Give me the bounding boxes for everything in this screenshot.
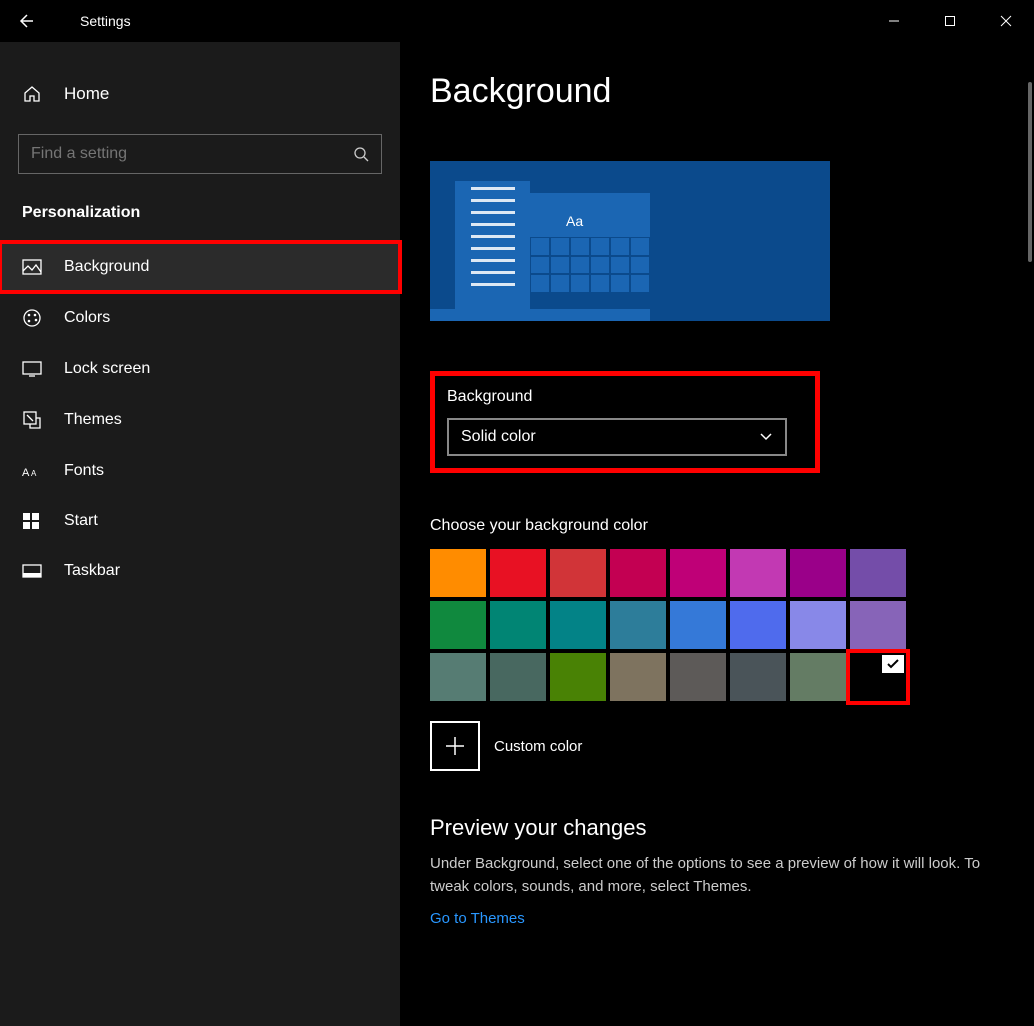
sidebar-item-themes[interactable]: Themes <box>0 394 400 446</box>
color-swatch[interactable] <box>850 653 906 701</box>
search-input[interactable] <box>31 145 353 163</box>
search-field[interactable] <box>18 134 382 174</box>
sidebar-item-label: Colors <box>64 309 110 327</box>
custom-color-label: Custom color <box>494 738 582 755</box>
sidebar-item-label: Fonts <box>64 462 104 480</box>
home-icon <box>22 84 42 104</box>
page-title: Background <box>430 72 1004 111</box>
preview-changes-heading: Preview your changes <box>430 815 1004 841</box>
color-swatch[interactable] <box>490 653 546 701</box>
svg-text:A: A <box>31 469 37 478</box>
sidebar-item-label: Start <box>64 512 98 530</box>
sidebar-home-label: Home <box>64 84 109 104</box>
color-swatch[interactable] <box>550 601 606 649</box>
sidebar-item-background[interactable]: Background <box>0 242 400 292</box>
close-button[interactable] <box>978 0 1034 42</box>
color-swatch[interactable] <box>550 653 606 701</box>
color-swatch[interactable] <box>430 549 486 597</box>
background-dropdown[interactable]: Solid color <box>447 418 787 456</box>
color-swatch[interactable] <box>730 549 786 597</box>
svg-text:A: A <box>22 467 30 479</box>
preview-changes-description: Under Background, select one of the opti… <box>430 853 990 898</box>
sidebar-item-taskbar[interactable]: Taskbar <box>0 546 400 596</box>
start-icon <box>22 512 42 530</box>
color-swatch[interactable] <box>670 653 726 701</box>
minimize-button[interactable] <box>866 0 922 42</box>
chevron-down-icon <box>759 432 773 442</box>
sidebar-item-label: Background <box>64 258 149 276</box>
sidebar-section-heading: Personalization <box>0 194 400 242</box>
window-controls <box>866 0 1034 42</box>
sidebar-item-label: Themes <box>64 411 122 429</box>
color-swatch[interactable] <box>790 549 846 597</box>
sidebar-item-start[interactable]: Start <box>0 496 400 546</box>
color-swatch[interactable] <box>430 653 486 701</box>
color-swatch-grid <box>430 549 906 701</box>
custom-color-button[interactable] <box>430 721 480 771</box>
maximize-button[interactable] <box>922 0 978 42</box>
palette-icon <box>22 308 42 328</box>
preview-taskbar <box>430 309 650 321</box>
sidebar-item-lockscreen[interactable]: Lock screen <box>0 344 400 394</box>
back-button[interactable] <box>0 0 50 42</box>
go-to-themes-link[interactable]: Go to Themes <box>430 910 525 927</box>
sidebar-item-colors[interactable]: Colors <box>0 292 400 344</box>
sidebar-home[interactable]: Home <box>0 72 400 116</box>
picture-icon <box>22 259 42 275</box>
desktop-preview: Aa <box>430 161 830 321</box>
taskbar-icon <box>22 564 42 578</box>
plus-icon <box>444 735 466 757</box>
background-dropdown-label: Background <box>447 388 803 406</box>
themes-icon <box>22 410 42 430</box>
color-swatch[interactable] <box>790 653 846 701</box>
color-swatch[interactable] <box>430 601 486 649</box>
fonts-icon: AA <box>22 463 42 479</box>
color-swatch[interactable] <box>730 601 786 649</box>
color-swatch[interactable] <box>850 549 906 597</box>
scrollbar[interactable] <box>1028 82 1032 262</box>
sidebar-item-label: Taskbar <box>64 562 120 580</box>
checkmark-icon <box>882 655 904 673</box>
preview-start-menu <box>455 181 530 311</box>
sidebar-item-label: Lock screen <box>64 360 150 378</box>
background-dropdown-value: Solid color <box>461 428 536 446</box>
window-title: Settings <box>80 13 131 29</box>
color-swatch[interactable] <box>670 549 726 597</box>
color-swatch[interactable] <box>670 601 726 649</box>
color-swatch[interactable] <box>610 601 666 649</box>
preview-aa-text: Aa <box>566 213 583 229</box>
color-swatch[interactable] <box>610 653 666 701</box>
sidebar: Home Personalization Background Colors <box>0 42 400 1026</box>
color-swatch[interactable] <box>790 601 846 649</box>
monitor-icon <box>22 361 42 377</box>
color-swatch[interactable] <box>490 549 546 597</box>
color-swatch[interactable] <box>610 549 666 597</box>
titlebar: Settings <box>0 0 1034 42</box>
color-swatch[interactable] <box>730 653 786 701</box>
search-icon <box>353 146 369 162</box>
main-content: Background Aa Background Sol <box>400 42 1034 1026</box>
sidebar-item-fonts[interactable]: AA Fonts <box>0 446 400 496</box>
preview-window: Aa <box>530 193 650 293</box>
color-swatch[interactable] <box>850 601 906 649</box>
choose-color-label: Choose your background color <box>430 517 1004 535</box>
color-swatch[interactable] <box>490 601 546 649</box>
color-swatch[interactable] <box>550 549 606 597</box>
background-dropdown-highlight: Background Solid color <box>430 371 820 473</box>
